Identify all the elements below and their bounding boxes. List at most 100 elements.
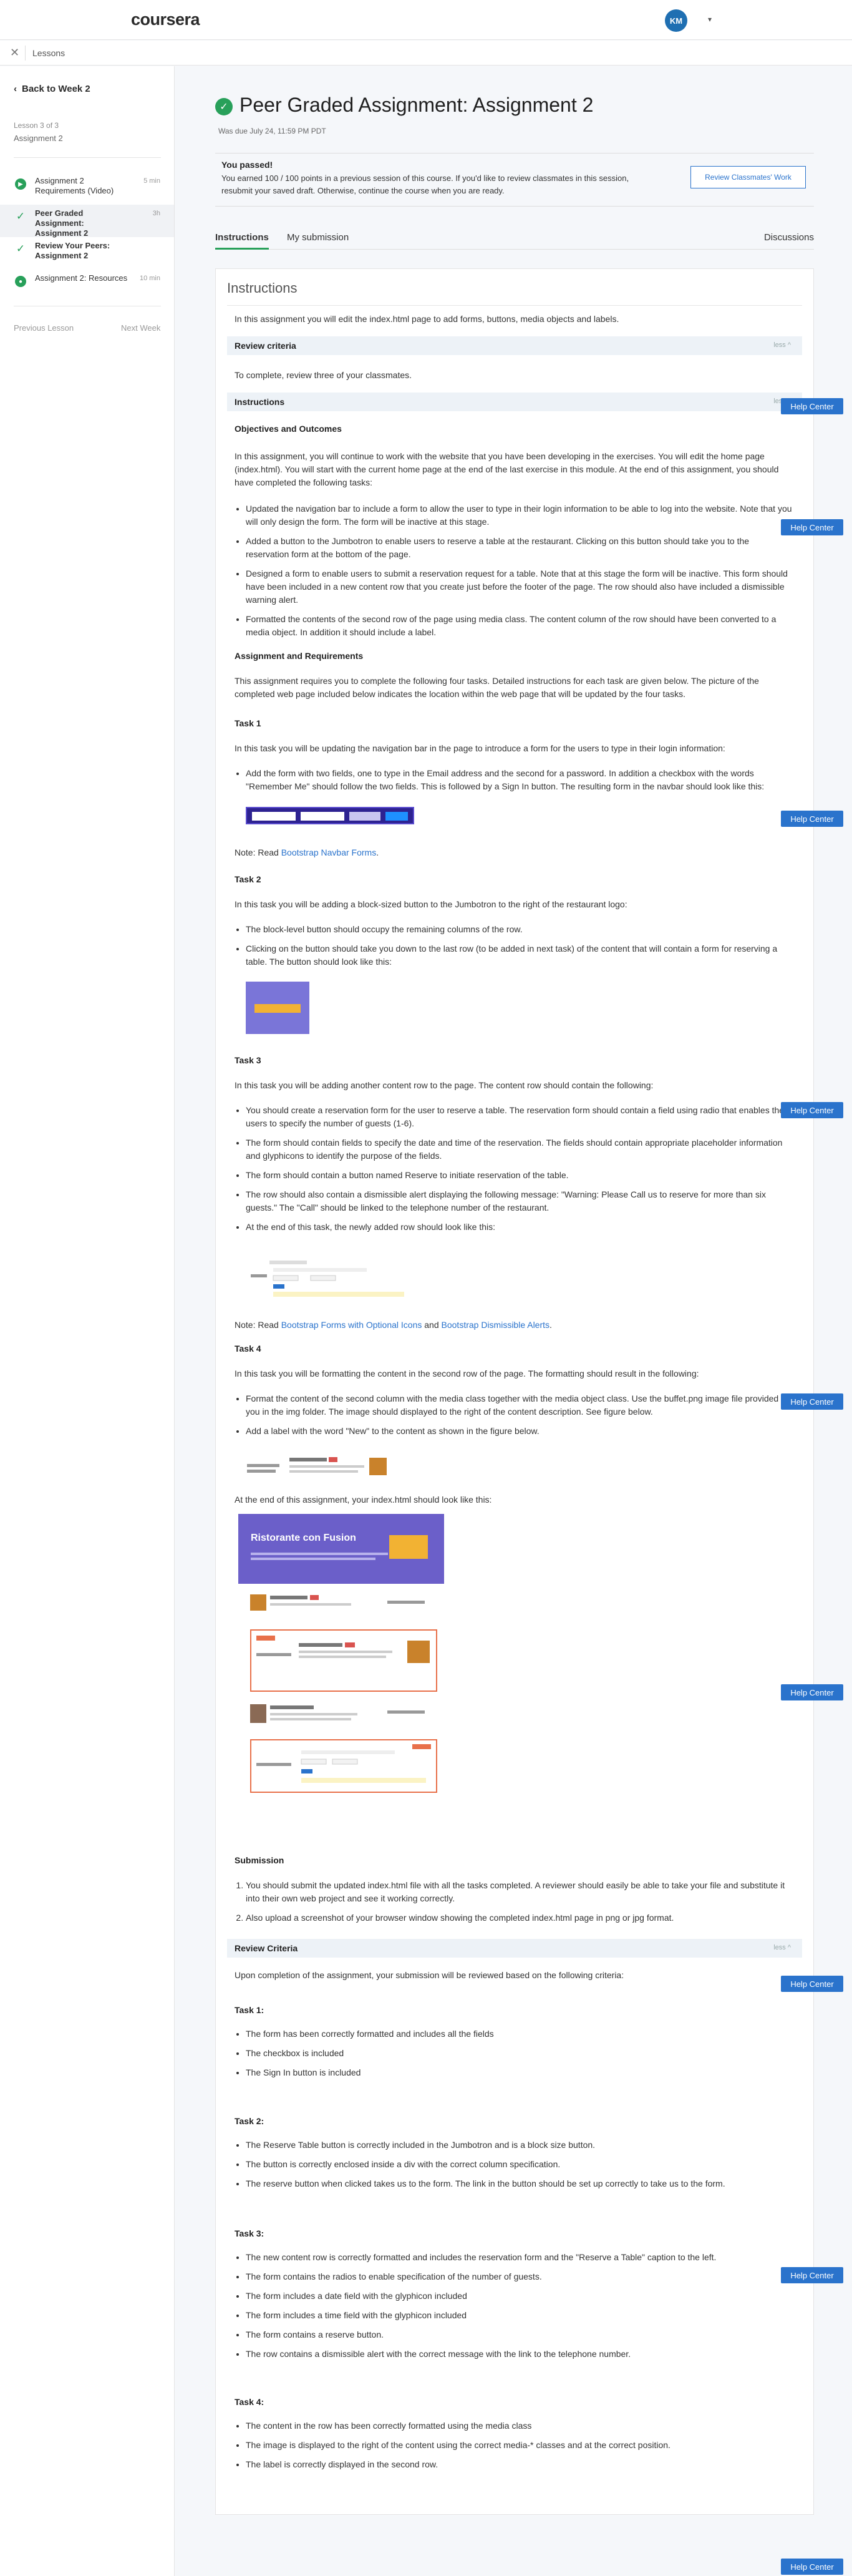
top-navbar: coursera KM ▾ (0, 0, 852, 40)
sidebar-item-duration: 10 min (139, 275, 160, 282)
list-item: The row contains a dismissible alert wit… (246, 2348, 795, 2361)
list-item: The form includes a time field with the … (246, 2309, 795, 2322)
task3-list: You should create a reservation form for… (246, 1104, 795, 1240)
list-item: The form includes a date field with the … (246, 2290, 795, 2303)
list-item: You should submit the updated index.html… (246, 1879, 795, 1905)
reserve-table-button-screenshot (246, 982, 309, 1034)
requirements-heading: Assignment and Requirements (235, 651, 364, 661)
task3-heading: Task 3 (235, 1055, 261, 1065)
list-item: The form should contain fields to specif… (246, 1136, 795, 1163)
back-to-week-link[interactable]: ‹ Back to Week 2 (14, 84, 90, 94)
task4-list: Format the content of the second column … (246, 1392, 795, 1444)
sidebar-item-label: Peer Graded Assignment: Assignment 2 (35, 208, 89, 238)
sidebar-item-resources[interactable]: ● Assignment 2: Resources 10 min (0, 270, 174, 302)
tab-discussions[interactable]: Discussions (764, 232, 814, 243)
passed-text: You earned 100 / 100 points in a previou… (221, 173, 629, 195)
mock-site-title: Ristorante con Fusion (251, 1533, 356, 1543)
help-center-button[interactable]: Help Center (781, 811, 843, 827)
crit-task2-heading: Task 2: (235, 2116, 264, 2126)
list-item: The checkbox is included (246, 2047, 795, 2060)
task4-highlight-screenshot (250, 1629, 437, 1692)
task4-text: In this task you will be formatting the … (235, 1368, 699, 1378)
bootstrap-dismissible-alerts-link[interactable]: Bootstrap Dismissible Alerts (442, 1320, 550, 1330)
sign-in-button-preview (385, 812, 408, 821)
bar-label: Review Criteria (235, 1943, 298, 1953)
help-center-button[interactable]: Help Center (781, 519, 843, 535)
list-item: The form has been correctly formatted an… (246, 2027, 795, 2041)
note-prefix: Note: Read (235, 1320, 281, 1330)
close-icon[interactable]: ✕ (10, 46, 19, 59)
passed-banner: You passed! You earned 100 / 100 points … (215, 153, 814, 207)
bootstrap-navbar-forms-link[interactable]: Bootstrap Navbar Forms (281, 847, 377, 857)
review-criteria-bar[interactable]: Review criteria less ^ (227, 336, 802, 355)
list-item: The label is correctly displayed in the … (246, 2458, 795, 2471)
coursera-logo[interactable]: coursera (131, 10, 200, 29)
list-item: The row should also contain a dismissibl… (246, 1188, 795, 1214)
sidebar-item-review-peers[interactable]: ✓ Review Your Peers: Assignment 2 (0, 237, 174, 270)
bootstrap-forms-optional-icons-link[interactable]: Bootstrap Forms with Optional Icons (281, 1320, 422, 1330)
note-prefix: Note: Read (235, 847, 281, 857)
crit-task1-list: The form has been correctly formatted an… (246, 2027, 795, 2086)
tab-instructions[interactable]: Instructions (215, 232, 269, 250)
task1-list: Add the form with two fields, one to typ… (246, 767, 795, 799)
intro-text: In this assignment you will edit the ind… (235, 314, 619, 324)
crit-task3-list: The new content row is correctly formatt… (246, 2251, 795, 2367)
list-item: Updated the navigation bar to include a … (246, 502, 795, 529)
previous-lesson-link[interactable]: Previous Lesson (14, 323, 74, 333)
submission-list: You should submit the updated index.html… (246, 1879, 795, 1931)
tab-my-submission[interactable]: My submission (287, 232, 349, 243)
review-criteria-bar-2[interactable]: Review Criteria less ^ (227, 1939, 802, 1958)
task4-heading: Task 4 (235, 1344, 261, 1354)
list-item: Formatted the contents of the second row… (246, 613, 795, 639)
help-center-button[interactable]: Help Center (781, 2559, 843, 2575)
sidebar-item-duration: 3h (152, 210, 160, 217)
help-center-button[interactable]: Help Center (781, 1976, 843, 1992)
help-center-button[interactable]: Help Center (781, 398, 843, 414)
collapse-toggle[interactable]: less ^ (773, 341, 791, 349)
instructions-heading: Instructions (227, 280, 298, 296)
list-item: Added a button to the Jumbotron to enabl… (246, 535, 795, 561)
page-title: Peer Graded Assignment: Assignment 2 (240, 94, 594, 116)
list-item: Clicking on the button should take you d… (246, 942, 795, 968)
task2-list: The block-level button should occupy the… (246, 923, 795, 975)
user-avatar[interactable]: KM (665, 9, 687, 32)
play-icon: ▶ (15, 178, 26, 190)
list-item: Also upload a screenshot of your browser… (246, 1911, 795, 1925)
lessons-bar: ✕ Lessons (0, 41, 852, 66)
review-classmates-button[interactable]: Review Classmates' Work (690, 166, 806, 188)
end-text: At the end of this assignment, your inde… (235, 1495, 492, 1505)
crit-task1-heading: Task 1: (235, 2005, 264, 2015)
task4-row-preview (256, 1636, 430, 1663)
criteria-intro: Upon completion of the assignment, your … (235, 1970, 624, 1980)
sidebar-item-peer-graded-assignment[interactable]: ✓ Peer Graded Assignment: Assignment 2 3… (0, 205, 174, 238)
divider (25, 46, 26, 61)
lesson-meta: Lesson 3 of 3 (14, 121, 59, 130)
help-center-button[interactable]: Help Center (781, 1684, 843, 1700)
completed-check-icon: ✓ (215, 98, 233, 115)
instructions-bar[interactable]: Instructions less ^ (227, 393, 802, 411)
objectives-text: In this assignment, you will continue to… (235, 451, 779, 487)
completed-page-row1-screenshot (250, 1592, 437, 1614)
sidebar-item-requirements-video[interactable]: ▶ Assignment 2 Requirements (Video) 5 mi… (0, 172, 174, 205)
completed-page-row2-screenshot (250, 1702, 437, 1729)
divider (14, 157, 161, 158)
list-item: The reserve button when clicked takes us… (246, 2177, 795, 2190)
list-item: The block-level button should occupy the… (246, 923, 795, 936)
note-suffix: . (549, 1320, 552, 1330)
help-center-button[interactable]: Help Center (781, 1102, 843, 1118)
help-center-button[interactable]: Help Center (781, 2267, 843, 2283)
list-item: Add a label with the word "New" to the c… (246, 1425, 795, 1438)
media-object-preview (247, 1457, 387, 1475)
account-dropdown-icon[interactable]: ▾ (708, 15, 712, 24)
help-center-button[interactable]: Help Center (781, 1393, 843, 1410)
divider (227, 305, 802, 306)
next-week-link[interactable]: Next Week (121, 323, 160, 333)
submission-heading: Submission (235, 1855, 284, 1865)
reservation-form-preview (251, 1261, 404, 1297)
sidebar-item-label: Assignment 2 Requirements (Video) (35, 176, 114, 195)
collapse-toggle[interactable]: less ^ (773, 1944, 791, 1951)
lessons-link[interactable]: Lessons (32, 48, 65, 58)
navbar-form-screenshot (246, 807, 414, 824)
media-object-screenshot (246, 1453, 389, 1484)
passed-title: You passed! (221, 160, 273, 170)
